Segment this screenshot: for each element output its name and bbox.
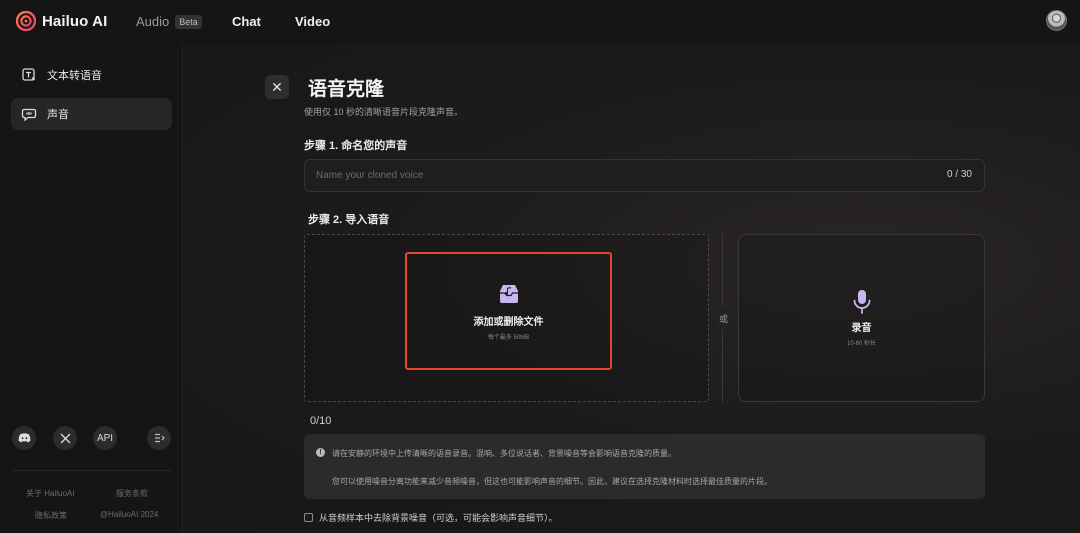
text-to-speech-icon	[22, 68, 35, 81]
microphone-icon	[853, 290, 870, 314]
info-icon: !	[316, 448, 325, 457]
x-logo-icon	[60, 433, 70, 443]
sidebar: 文本转语音 声音 API 关于 HailuoAI 服务条款 隐私政策 @Hail…	[0, 44, 183, 533]
footer-copyright: @HailuoAI 2024	[100, 510, 159, 519]
inbox-music-icon	[499, 285, 518, 303]
top-bar: Hailuo AI Audio Beta Chat Video	[0, 0, 1080, 44]
sidebar-item-label: 文本转语音	[47, 70, 102, 82]
page-subtitle: 使用仅 10 秒的清晰语音片段克隆声音。	[304, 107, 464, 117]
voice-name-input[interactable]	[316, 160, 916, 191]
recording-tips-notice: ! 请在安静的环境中上传清晰的语音录音。混响、多位说话者、背景噪音等会影响语音克…	[304, 434, 985, 499]
beta-badge: Beta	[175, 14, 202, 29]
footer-about-link[interactable]: 关于 HailuoAI	[26, 488, 74, 499]
hailuo-logo-icon	[16, 11, 36, 31]
step2-label: 步骤 2. 导入语音	[308, 214, 390, 226]
nav-video[interactable]: Video	[295, 14, 330, 29]
or-divider-top	[722, 234, 723, 306]
discord-link[interactable]	[12, 426, 36, 450]
denoise-label: 从音频样本中去除背景噪音（可选，可能会影响声音细节）。	[319, 513, 558, 523]
file-count: 0/10	[310, 415, 332, 427]
name-char-counter: 0 / 30	[946, 169, 972, 180]
nav-audio[interactable]: Audio Beta	[136, 14, 202, 29]
brand-logo[interactable]: Hailuo AI	[16, 11, 107, 31]
x-link[interactable]	[53, 426, 77, 450]
sidebar-item-voice[interactable]: 声音	[11, 98, 172, 130]
nav-chat[interactable]: Chat	[232, 14, 261, 29]
denoise-checkbox[interactable]	[304, 513, 313, 522]
discord-icon	[18, 433, 30, 443]
sidebar-divider	[12, 470, 172, 471]
collapse-sidebar-icon	[154, 433, 165, 443]
step1-label: 步骤 1. 命名您的声音	[304, 140, 408, 152]
record-label: 录音	[851, 323, 872, 334]
sidebar-item-label: 声音	[47, 109, 69, 121]
record-duration-range: 10-60 秒长	[846, 341, 876, 347]
voice-bubble-icon	[21, 108, 37, 122]
notice-text: 您可以使用噪音分离功能来减少音频噪音，但这也可能影响声音的细节。因此，建议在选择…	[332, 477, 772, 486]
nav-audio-label: Audio	[136, 14, 170, 29]
upload-size-limit: 每个最多 50MB	[487, 335, 530, 341]
footer-privacy-link[interactable]: 隐私政策	[35, 510, 67, 521]
upload-label: 添加或删除文件	[473, 317, 544, 328]
or-divider-text: 或	[719, 314, 729, 324]
close-button[interactable]: ✕	[265, 75, 289, 99]
user-avatar[interactable]	[1046, 10, 1067, 31]
brand-name: Hailuo AI	[42, 12, 108, 30]
voice-clone-panel: ✕ 语音克隆 使用仅 10 秒的清晰语音片段克隆声音。 步骤 1. 命名您的声音…	[184, 44, 1080, 533]
page-title: 语音克隆	[308, 79, 385, 100]
sidebar-item-text-to-speech[interactable]: 文本转语音	[11, 59, 172, 91]
notice-text: 请在安静的环境中上传清晰的语音录音。混响、多位说话者、背景噪音等会影响语音克隆的…	[332, 449, 676, 458]
denoise-option[interactable]: 从音频样本中去除背景噪音（可选，可能会影响声音细节）。	[304, 511, 558, 524]
footer-terms-link[interactable]: 服务条款	[116, 488, 148, 499]
collapse-sidebar-button[interactable]	[147, 426, 171, 450]
upload-dropzone[interactable]: 添加或删除文件 每个最多 50MB	[304, 234, 709, 402]
voice-name-field[interactable]: 0 / 30	[304, 159, 985, 192]
record-button[interactable]: 录音 10-60 秒长	[738, 234, 985, 402]
api-link[interactable]: API	[93, 426, 117, 450]
add-remove-files-button[interactable]: 添加或删除文件 每个最多 50MB	[405, 252, 612, 370]
or-divider-bottom	[722, 330, 723, 402]
